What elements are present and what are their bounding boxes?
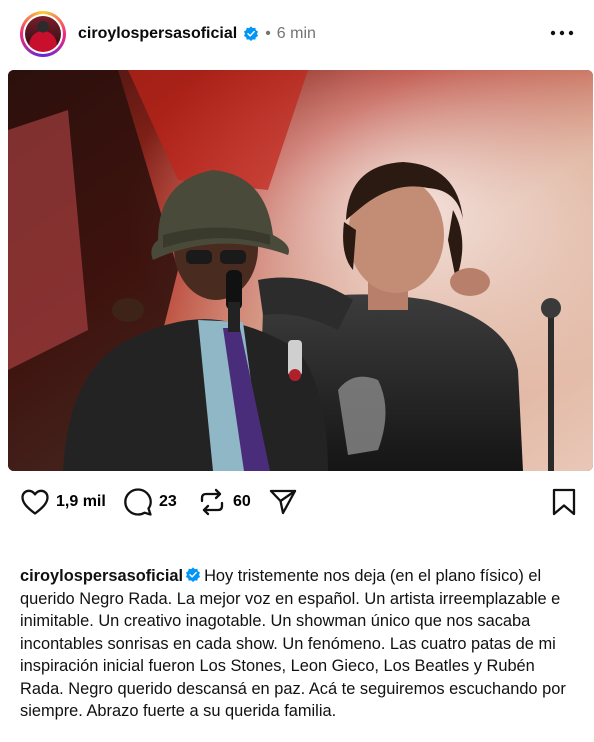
heart-icon[interactable] <box>20 488 50 516</box>
post-time[interactable]: 6 min <box>277 24 316 44</box>
username[interactable]: ciroylospersasoficial <box>78 24 237 44</box>
verified-badge-icon <box>186 567 201 583</box>
avatar-image <box>25 16 61 52</box>
comment-count[interactable]: 23 <box>159 493 177 511</box>
caption-username[interactable]: ciroylospersasoficial <box>20 567 183 585</box>
like-action: 1,9 mil <box>20 478 106 526</box>
repost-count[interactable]: 60 <box>233 493 251 511</box>
username-row: ciroylospersasoficial • 6 min <box>78 24 316 44</box>
save-action <box>551 478 577 526</box>
avatar[interactable] <box>20 11 66 57</box>
like-count[interactable]: 1,9 mil <box>56 493 106 511</box>
share-action <box>268 478 298 526</box>
avatar-image-frame <box>23 14 63 54</box>
bookmark-icon[interactable] <box>551 487 577 517</box>
more-dots-icon[interactable] <box>550 28 574 38</box>
repost-icon[interactable] <box>197 487 227 517</box>
photo-illustration <box>8 70 593 471</box>
action-bar: 1,9 mil 23 60 <box>0 478 594 526</box>
caption-text: Hoy tristemente nos deja (en el plano fí… <box>20 567 566 720</box>
repost-action: 60 <box>197 478 251 526</box>
separator-dot: • <box>265 25 271 42</box>
comment-action: 23 <box>123 478 177 526</box>
post-caption: ciroylospersasoficial Hoy tristemente no… <box>20 565 580 723</box>
verified-badge-icon <box>244 26 259 42</box>
paper-plane-icon[interactable] <box>268 487 298 517</box>
post-photo[interactable] <box>8 70 593 471</box>
post-header: ciroylospersasoficial • 6 min <box>0 0 594 68</box>
comment-icon[interactable] <box>123 487 153 517</box>
